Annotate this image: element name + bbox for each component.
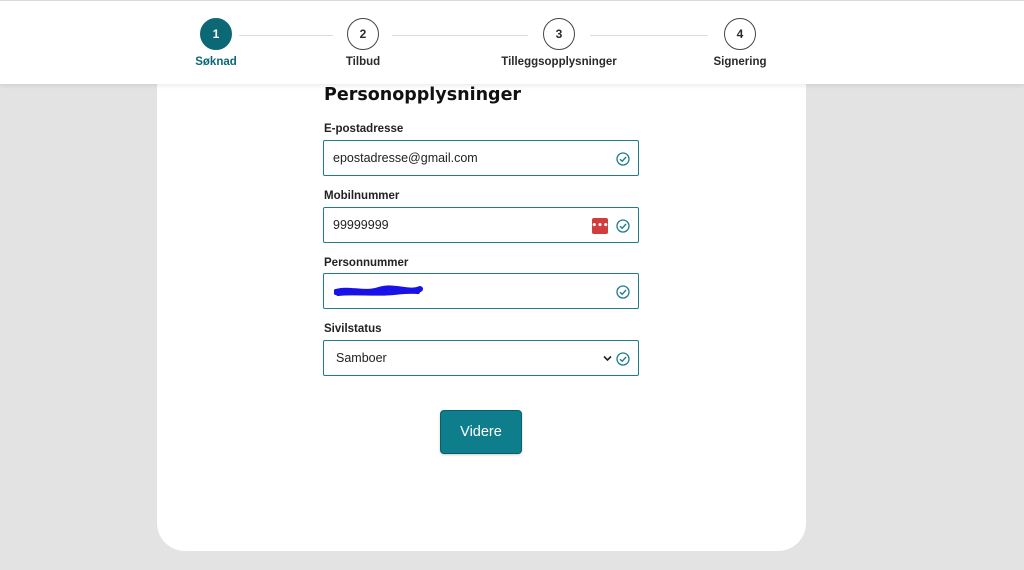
email-field[interactable]: [324, 141, 638, 175]
valid-check-icon: [616, 152, 630, 166]
chevron-down-icon: [603, 355, 612, 362]
step-1-label: Søknad: [195, 56, 237, 68]
step-1-indicator: 1: [200, 18, 232, 50]
ssn-field[interactable]: [324, 274, 638, 308]
ssn-field-wrapper: [323, 273, 639, 309]
ssn-label: Personnummer: [324, 257, 409, 269]
step-2-label: Tilbud: [345, 56, 381, 68]
step-connector: [392, 35, 528, 36]
marital-status-label: Sivilstatus: [324, 323, 382, 335]
step-2-indicator: 2: [347, 18, 379, 50]
valid-check-icon: [616, 352, 630, 366]
step-connector: [239, 35, 333, 36]
step-3-label: Tilleggsopplysninger: [501, 56, 617, 68]
marital-status-select[interactable]: Samboer: [324, 341, 638, 375]
continue-button[interactable]: Videre: [440, 410, 522, 454]
step-3-indicator: 3: [543, 18, 575, 50]
mobile-field-wrapper: •••: [323, 207, 639, 243]
mobile-label: Mobilnummer: [324, 190, 400, 202]
password-manager-icon[interactable]: •••: [591, 218, 609, 234]
step-4-indicator: 4: [724, 18, 756, 50]
email-label: E-postadresse: [324, 123, 404, 135]
step-4-label: Signering: [713, 56, 767, 68]
section-title: Personopplysninger: [324, 85, 522, 105]
progress-stepper: 1 Søknad 2 Tilbud 3 Tilleggsopplysninger…: [0, 0, 1024, 84]
step-connector: [590, 35, 708, 36]
email-field-wrapper: [323, 140, 639, 176]
marital-status-wrapper: Samboer: [323, 340, 639, 376]
valid-check-icon: [616, 285, 630, 299]
valid-check-icon: [616, 219, 630, 233]
